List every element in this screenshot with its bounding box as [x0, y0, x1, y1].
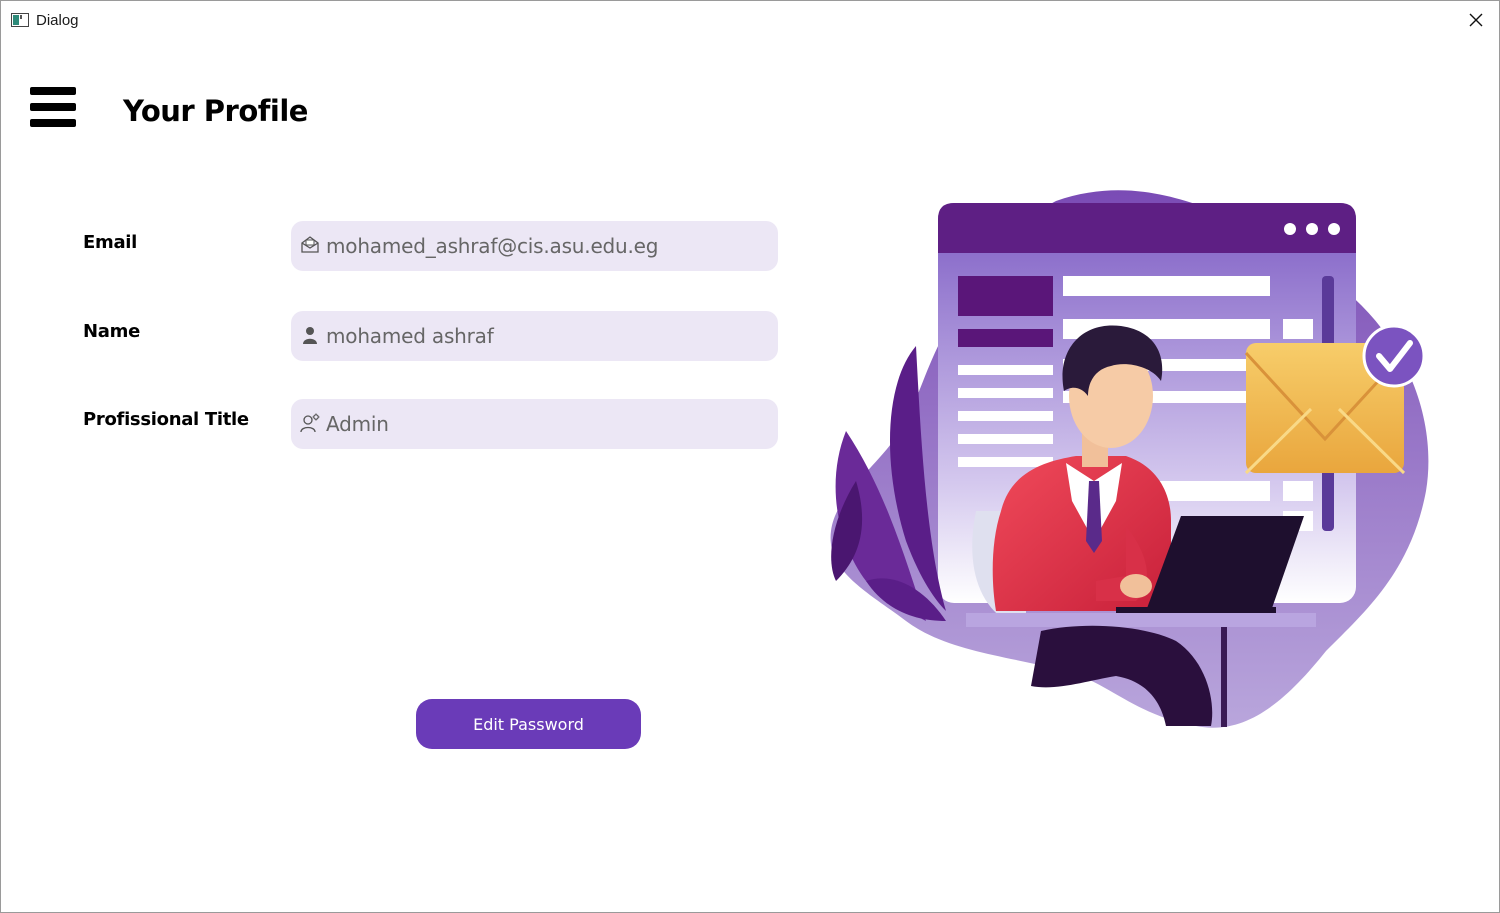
close-button[interactable]	[1453, 1, 1499, 39]
email-field[interactable]	[291, 221, 778, 271]
close-icon	[1469, 13, 1483, 27]
user-icon	[303, 327, 317, 344]
hamburger-menu-button[interactable]	[30, 87, 76, 129]
professional-title-field[interactable]	[291, 399, 778, 449]
page-title: Your Profile	[123, 94, 308, 128]
envelope-icon	[301, 236, 319, 253]
email-input[interactable]	[326, 221, 766, 271]
professional-title-input[interactable]	[326, 399, 766, 449]
dialog-window: Dialog Your Profile Email Name	[0, 0, 1500, 913]
edit-password-button[interactable]: Edit Password	[416, 699, 641, 749]
window-title: Dialog	[36, 12, 79, 29]
professional-title-label: Profissional Title	[83, 409, 249, 430]
profile-illustration	[830, 190, 1429, 728]
user-gear-icon	[300, 413, 320, 433]
title-bar: Dialog	[1, 1, 1499, 39]
name-field[interactable]	[291, 311, 778, 361]
email-label: Email	[83, 232, 138, 253]
window-app-icon	[11, 13, 29, 27]
name-input[interactable]	[326, 311, 766, 361]
name-label: Name	[83, 321, 140, 342]
